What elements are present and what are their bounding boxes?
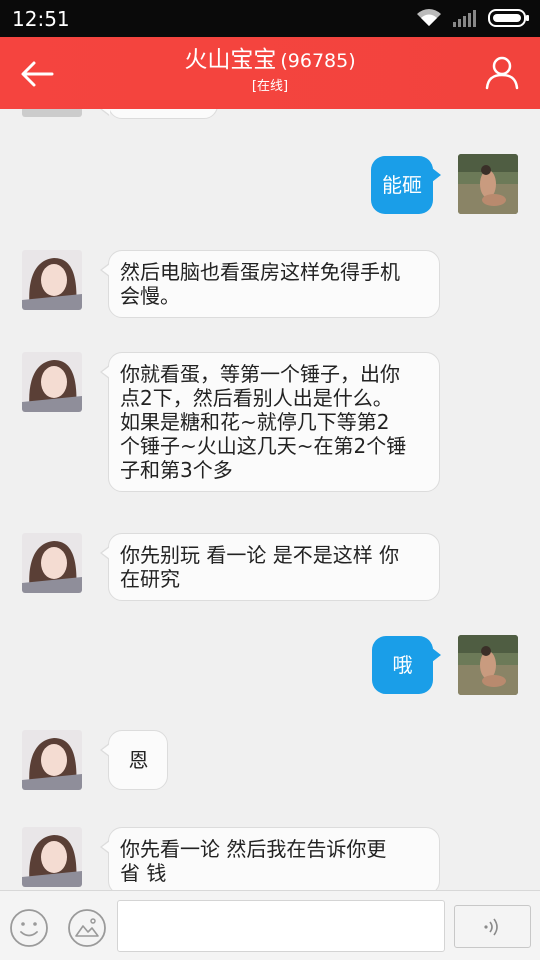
online-status: [在线]: [251, 79, 289, 94]
contact-avatar[interactable]: [22, 730, 82, 790]
incoming-message-bubble[interactable]: 然后电脑也看蛋房这样免得手机 会慢。: [100, 250, 440, 318]
wifi-icon: [416, 8, 442, 28]
contact-name: 火山宝宝: [184, 47, 277, 73]
incoming-message-bubble[interactable]: 你先别玩 看一论 是不是这样 你 在研究: [100, 533, 440, 601]
message-line: 点2下，然后看别人出是什么。: [120, 386, 393, 410]
message-list[interactable]: 能砸 然后电脑也看蛋房这样免得手机 会慢。 你就看蛋，等第一个锤子，出你 点2下…: [0, 109, 540, 890]
image-button[interactable]: [67, 908, 107, 948]
message-input[interactable]: [117, 900, 445, 952]
contact-id: (96785): [280, 50, 356, 72]
message-line: 你先别玩 看一论 是不是这样 你: [120, 543, 400, 567]
status-bar: 12:51: [0, 0, 540, 37]
message-line: 在研究: [120, 567, 180, 591]
message-line: 个锤子~火山这几天~在第2个锤: [120, 434, 407, 458]
message-line: 子和第3个多: [120, 458, 233, 482]
outgoing-message-bubble[interactable]: 能砸: [371, 156, 441, 214]
status-time: 12:51: [12, 7, 70, 31]
avatar-partial: [22, 109, 82, 117]
voice-icon: [484, 918, 498, 936]
message-text: 能砸: [382, 173, 422, 197]
message-line: 省 钱: [120, 861, 167, 885]
message-line: 然后电脑也看蛋房这样免得手机: [120, 260, 400, 284]
emoji-button[interactable]: [9, 908, 49, 948]
message-line: 如果是糖和花~就停几下等第2: [120, 410, 390, 434]
message-line: 恩: [128, 748, 149, 772]
battery-icon: [488, 8, 530, 28]
contact-avatar[interactable]: [22, 533, 82, 593]
signal-icon: [452, 8, 478, 28]
contact-avatar[interactable]: [22, 827, 82, 887]
my-avatar[interactable]: [458, 635, 518, 695]
profile-button[interactable]: [484, 54, 520, 90]
chat-title: 火山宝宝 (96785) [在线]: [0, 45, 540, 96]
incoming-message-bubble[interactable]: 恩: [100, 730, 168, 790]
message-text: 哦: [392, 653, 413, 677]
message-bubble-partial: [100, 109, 218, 119]
message-line: 你先看一论 然后我在告诉你更: [120, 837, 387, 861]
incoming-message-bubble[interactable]: 你就看蛋，等第一个锤子，出你 点2下，然后看别人出是什么。 如果是糖和花~就停几…: [100, 352, 440, 492]
chat-header: 火山宝宝 (96785) [在线]: [0, 37, 540, 109]
contact-avatar[interactable]: [22, 250, 82, 310]
message-line: 会慢。: [120, 284, 180, 308]
incoming-message-bubble[interactable]: 你先看一论 然后我在告诉你更 省 钱: [100, 827, 440, 890]
person-icon: [485, 56, 519, 90]
message-line: 你就看蛋，等第一个锤子，出你: [120, 362, 400, 386]
contact-avatar[interactable]: [22, 352, 82, 412]
message-input-bar: [0, 890, 540, 960]
outgoing-message-bubble[interactable]: 哦: [372, 636, 441, 694]
voice-button[interactable]: [454, 905, 531, 948]
image-icon: [68, 909, 106, 947]
my-avatar[interactable]: [458, 154, 518, 214]
status-icons: [416, 8, 530, 28]
emoji-icon: [10, 909, 48, 947]
